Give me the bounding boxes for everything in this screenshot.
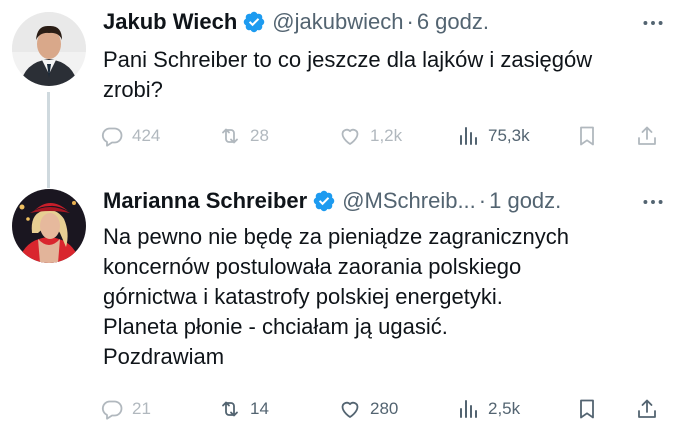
- bookmark-icon: [580, 399, 594, 419]
- retweet-count: 14: [250, 399, 269, 418]
- thread-connector-line: [47, 92, 50, 188]
- like-button[interactable]: 1,2k: [338, 120, 402, 152]
- verified-icon: [313, 190, 335, 212]
- tweet-jakub-wiech[interactable]: Jakub Wiech @jakubwiech · 6 godz. Pani S…: [0, 0, 680, 188]
- reply-count: 21: [132, 399, 151, 418]
- reply-icon: [101, 127, 123, 147]
- author-name[interactable]: Jakub Wiech: [103, 8, 237, 36]
- reply-count: 424: [132, 126, 161, 145]
- share-button[interactable]: [635, 120, 659, 152]
- timestamp[interactable]: 1 godz.: [489, 187, 561, 215]
- author-handle[interactable]: @MSchreib...: [342, 187, 476, 215]
- views-count: 75,3k: [488, 126, 530, 145]
- tweet-header: Jakub Wiech @jakubwiech · 6 godz.: [103, 8, 666, 36]
- like-icon: [341, 401, 359, 418]
- tweet-text-line: Pozdrawiam: [103, 344, 225, 369]
- views-icon: [460, 400, 477, 418]
- retweet-count: 28: [250, 126, 269, 145]
- views-button[interactable]: 75,3k: [456, 120, 530, 152]
- tweet-text-line: zrobi?: [103, 77, 163, 102]
- tweet-actions: 424 28 1,2k 75,3k: [100, 120, 670, 152]
- bookmark-button[interactable]: [575, 120, 599, 152]
- bookmark-icon: [580, 126, 594, 146]
- share-icon: [638, 399, 656, 418]
- views-icon: [460, 127, 477, 145]
- share-icon: [638, 126, 656, 145]
- avatar-image: [12, 12, 86, 86]
- retweet-icon: [222, 128, 238, 144]
- tweet-text-line: Planeta płonie - chciałam ją ugasić.: [103, 314, 448, 339]
- tweet-text-line: górnictwa i katastrofy polskiej energety…: [103, 284, 503, 309]
- like-count: 280: [370, 399, 399, 418]
- like-count: 1,2k: [370, 126, 403, 145]
- verified-icon: [244, 11, 265, 33]
- avatar-jakub-wiech[interactable]: [12, 12, 86, 86]
- share-button[interactable]: [635, 393, 659, 425]
- reply-icon: [101, 400, 123, 420]
- tweet-actions: 21 14 280 2,5k: [100, 393, 670, 425]
- views-count: 2,5k: [488, 399, 521, 418]
- tweet-header: Marianna Schreiber @MSchreib... · 1 godz…: [103, 187, 666, 215]
- author-handle[interactable]: @jakubwiech: [272, 8, 403, 36]
- more-icon[interactable]: [640, 189, 666, 215]
- tweet-text-line: Na pewno nie będę za pieniądze zagranicz…: [103, 224, 569, 249]
- retweet-icon: [222, 401, 238, 417]
- timestamp[interactable]: 6 godz.: [417, 8, 489, 36]
- author-name[interactable]: Marianna Schreiber: [103, 187, 307, 215]
- tweet-text-line: Pani Schreiber to co jeszcze dla lajków …: [103, 47, 593, 72]
- avatar-marianna-schreiber[interactable]: [12, 189, 86, 263]
- retweet-button[interactable]: 28: [218, 120, 269, 152]
- separator-dot: ·: [478, 188, 487, 213]
- retweet-button[interactable]: 14: [218, 393, 269, 425]
- more-icon[interactable]: [640, 10, 666, 36]
- like-icon: [341, 128, 359, 145]
- tweet-text: Na pewno nie będę za pieniądze zagranicz…: [103, 222, 668, 372]
- avatar-image: [12, 189, 86, 263]
- like-button[interactable]: 280: [338, 393, 398, 425]
- reply-button[interactable]: 21: [100, 393, 151, 425]
- reply-button[interactable]: 424: [100, 120, 160, 152]
- bookmark-button[interactable]: [575, 393, 599, 425]
- views-button[interactable]: 2,5k: [456, 393, 520, 425]
- tweet-marianna-schreiber[interactable]: Marianna Schreiber @MSchreib... · 1 godz…: [0, 175, 680, 433]
- tweet-text-line: koncernów postulowała zaorania polskiego: [103, 254, 522, 279]
- tweet-text: Pani Schreiber to co jeszcze dla lajków …: [103, 45, 668, 105]
- separator-dot: ·: [406, 9, 414, 34]
